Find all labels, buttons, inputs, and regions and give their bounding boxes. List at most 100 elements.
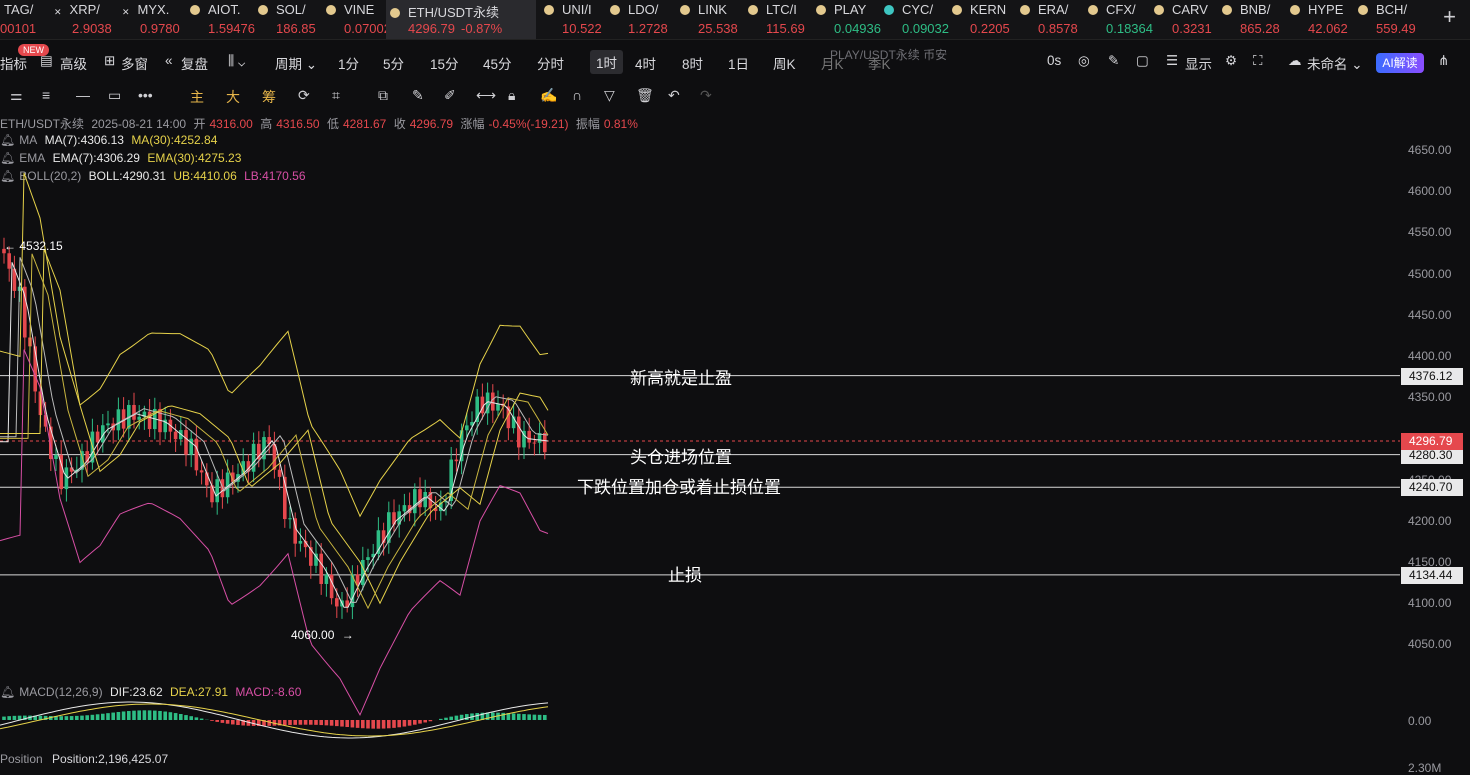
multi-window-button[interactable]: 多窗 bbox=[121, 53, 148, 73]
brush-icon[interactable]: ⌗ bbox=[332, 87, 340, 104]
macd-bar bbox=[127, 711, 131, 720]
timeframe-8[interactable]: 1日 bbox=[728, 53, 749, 73]
filter-icon[interactable]: ▽ bbox=[604, 87, 615, 104]
fullscreen-frame-icon[interactable]: ▢ bbox=[1136, 53, 1149, 69]
level-note[interactable]: 下跌位置加仓或着止损位置 bbox=[577, 473, 781, 498]
macd-bar bbox=[132, 710, 136, 720]
cloud-icon[interactable]: ☁ bbox=[1288, 53, 1302, 69]
macd-bar bbox=[116, 711, 121, 720]
undo-icon[interactable]: ↶ bbox=[668, 87, 680, 104]
chips-tool[interactable]: 筹 bbox=[262, 87, 276, 107]
price-chart[interactable] bbox=[0, 110, 1470, 752]
ticker-item[interactable]: SOL/186.85 bbox=[254, 0, 320, 39]
settings-icon[interactable]: ⚙ bbox=[1225, 53, 1237, 69]
sync-icon[interactable]: ⟳ bbox=[298, 87, 310, 104]
rect-icon[interactable]: ▭ bbox=[108, 87, 121, 104]
ticker-item[interactable]: ERA/0.8578 bbox=[1016, 0, 1080, 39]
lines-icon[interactable]: ≡ bbox=[42, 87, 50, 103]
advanced-button[interactable]: 高级 bbox=[60, 53, 87, 73]
ticker-item[interactable]: KERN 0.2205 bbox=[948, 0, 1014, 39]
ticker-price: 559.49 bbox=[1376, 21, 1416, 36]
macd-bar bbox=[184, 715, 188, 720]
ticker-item[interactable]: ✕ XRP/2.9038 bbox=[50, 0, 114, 39]
ai-analysis-button[interactable]: AI解读 bbox=[1376, 53, 1424, 73]
ticker-item[interactable]: TAG/00101 bbox=[0, 0, 46, 39]
redo-icon[interactable]: ↷ bbox=[700, 87, 712, 104]
ticker-item[interactable]: LDO/1.2728 bbox=[606, 0, 672, 39]
ticker-item[interactable]: LTC/I 115.69 bbox=[744, 0, 812, 39]
macd-bar bbox=[225, 720, 230, 724]
expand-icon[interactable]: ⛶ bbox=[1253, 53, 1262, 69]
edit-icon[interactable]: ✍ bbox=[540, 87, 557, 104]
ticker-item[interactable]: ETH/USDT永续 4296.79 -0.87% bbox=[386, 0, 536, 39]
add-ticker-icon[interactable]: + bbox=[1443, 4, 1456, 30]
level-note[interactable]: 新高就是止盈 bbox=[630, 364, 732, 389]
level-price-tag[interactable]: 4134.44 bbox=[1401, 566, 1463, 584]
ticker-item[interactable]: CYC/0.09032 bbox=[880, 0, 949, 39]
display-icon[interactable]: ☰ bbox=[1166, 53, 1178, 69]
level-note[interactable]: 头仓进场位置 bbox=[630, 443, 732, 468]
measure-icon[interactable]: ⟷ bbox=[476, 87, 496, 104]
ticker-item[interactable]: AIOT. 1.59476 bbox=[186, 0, 255, 39]
sliders-icon[interactable]: ⚌ bbox=[10, 87, 23, 104]
replay-button[interactable]: 复盘 bbox=[181, 53, 208, 73]
macd-value: MACD:-8.60 bbox=[235, 685, 302, 699]
ticker-item[interactable]: CFX/0.18364 bbox=[1084, 0, 1153, 39]
timeframe-2[interactable]: 15分 bbox=[430, 53, 459, 73]
camera-icon[interactable]: ◎ bbox=[1078, 53, 1090, 69]
display-button[interactable]: 显示 bbox=[1185, 53, 1212, 73]
timeframe-3[interactable]: 45分 bbox=[483, 53, 512, 73]
ticker-item[interactable]: HYPE 42.062 bbox=[1286, 0, 1352, 39]
lock-icon[interactable]: 🔒︎ bbox=[508, 87, 515, 104]
hline-icon[interactable]: — bbox=[76, 87, 90, 103]
timeframe-1[interactable]: 5分 bbox=[383, 53, 404, 73]
ticker-item[interactable]: CARV 0.3231 bbox=[1150, 0, 1216, 39]
timeframe-7[interactable]: 8时 bbox=[682, 53, 703, 73]
ticker-item[interactable]: ✕ MYX. 0.9780 bbox=[118, 0, 184, 39]
macd-bar bbox=[475, 713, 479, 720]
draw-pen-icon[interactable]: ✎ bbox=[412, 87, 424, 104]
period-dropdown[interactable]: 周期 ⌄ bbox=[275, 53, 317, 73]
low-marker: 4060.00 → bbox=[291, 628, 354, 642]
macd-bar bbox=[465, 714, 469, 720]
multi-window-icon[interactable]: ⊞ bbox=[104, 53, 115, 69]
highlighter-icon[interactable]: ✐ bbox=[444, 87, 456, 104]
ticker-item[interactable]: PLAY 0.04936 bbox=[812, 0, 881, 39]
candle-type-icon[interactable]: ⫼ ⌄ bbox=[228, 53, 245, 69]
timeframe-0[interactable]: 1分 bbox=[338, 53, 359, 73]
template-icon[interactable]: ▤ bbox=[40, 53, 53, 69]
level-price-tag[interactable]: 4376.12 bbox=[1401, 367, 1463, 385]
replay-icon[interactable]: « bbox=[165, 53, 173, 68]
ticker-price: 0.07002 bbox=[344, 21, 391, 36]
macd-bar bbox=[303, 720, 308, 725]
level-note[interactable]: 止损 bbox=[668, 561, 702, 586]
layout-dropdown[interactable]: 未命名 ⌄ bbox=[1307, 53, 1363, 73]
magnet-icon[interactable]: ∩ bbox=[572, 87, 582, 103]
trash-icon[interactable]: 🗑︎ bbox=[636, 87, 654, 104]
indicators-button[interactable]: 指标 bbox=[0, 53, 27, 73]
ticker-item[interactable]: LINK 25.538 bbox=[676, 0, 744, 39]
timeframe-5[interactable]: 1时 bbox=[590, 50, 624, 74]
timeframe-6[interactable]: 4时 bbox=[635, 53, 656, 73]
level-price-tag[interactable]: 4240.70 bbox=[1401, 479, 1463, 497]
macd-bar bbox=[168, 712, 173, 720]
more-icon[interactable]: ••• bbox=[138, 87, 153, 103]
bell-icon[interactable]: 🔔︎ bbox=[0, 685, 15, 699]
pen-icon[interactable]: ✎ bbox=[1108, 53, 1119, 69]
macd-bar bbox=[314, 720, 318, 725]
macd-legend[interactable]: 🔔︎ MACD(12,26,9) DIF:23.62 DEA:27.91 MACD… bbox=[0, 685, 305, 699]
countdown: 0s bbox=[1047, 53, 1062, 68]
ticker-item[interactable]: BCH/559.49 bbox=[1354, 0, 1420, 39]
candle-body bbox=[319, 553, 323, 584]
ticker-item[interactable]: BNB/865.28 bbox=[1218, 0, 1286, 39]
timeframe-4[interactable]: 分时 bbox=[537, 53, 564, 73]
ticker-item[interactable]: VINE 0.07002 bbox=[322, 0, 391, 39]
price-axis-tick: 4600.00 bbox=[1408, 184, 1452, 199]
timeframe-9[interactable]: 周K bbox=[773, 53, 796, 73]
big-order-tool[interactable]: 大 bbox=[226, 87, 240, 107]
copy-icon[interactable]: ⧉ bbox=[378, 87, 388, 104]
coin-icon bbox=[1020, 5, 1030, 15]
share-icon[interactable]: ⋔ bbox=[1438, 53, 1449, 69]
ticker-item[interactable]: UNI/I 10.522 bbox=[540, 0, 610, 39]
main-chart-tool[interactable]: 主 bbox=[190, 87, 204, 107]
